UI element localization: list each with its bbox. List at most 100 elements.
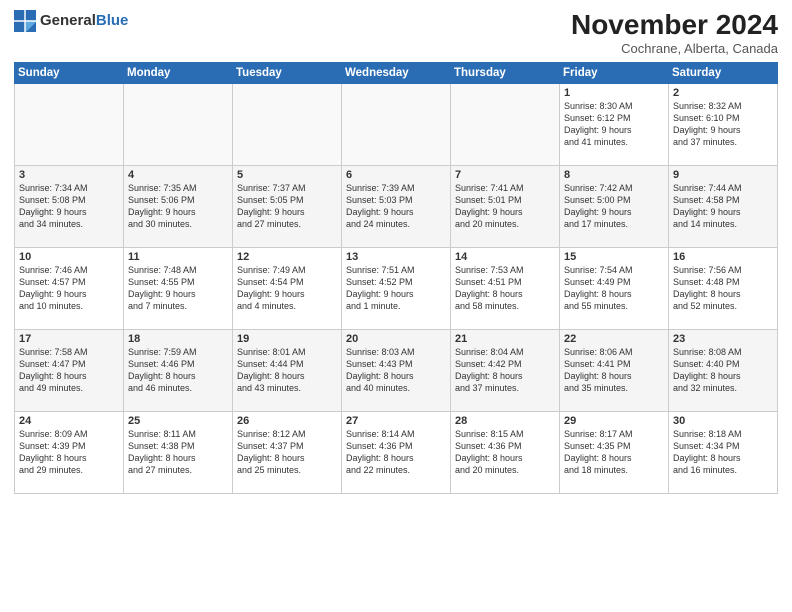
calendar-cell: 14Sunrise: 7:53 AM Sunset: 4:51 PM Dayli… [451,247,560,329]
day-info: Sunrise: 7:51 AM Sunset: 4:52 PM Dayligh… [346,264,446,313]
day-number: 26 [237,415,337,427]
calendar-cell [451,83,560,165]
calendar-cell: 20Sunrise: 8:03 AM Sunset: 4:43 PM Dayli… [342,329,451,411]
day-info: Sunrise: 7:41 AM Sunset: 5:01 PM Dayligh… [455,182,555,231]
logo-text: GeneralBlue [40,13,128,29]
calendar-cell: 4Sunrise: 7:35 AM Sunset: 5:06 PM Daylig… [124,165,233,247]
calendar-cell: 22Sunrise: 8:06 AM Sunset: 4:41 PM Dayli… [560,329,669,411]
calendar-cell: 13Sunrise: 7:51 AM Sunset: 4:52 PM Dayli… [342,247,451,329]
calendar-cell: 5Sunrise: 7:37 AM Sunset: 5:05 PM Daylig… [233,165,342,247]
day-info: Sunrise: 7:35 AM Sunset: 5:06 PM Dayligh… [128,182,228,231]
calendar-cell: 3Sunrise: 7:34 AM Sunset: 5:08 PM Daylig… [15,165,124,247]
calendar-cell [233,83,342,165]
logo: GeneralBlue [14,10,128,32]
weekday-header-monday: Monday [124,62,233,83]
calendar-cell: 18Sunrise: 7:59 AM Sunset: 4:46 PM Dayli… [124,329,233,411]
calendar-cell: 12Sunrise: 7:49 AM Sunset: 4:54 PM Dayli… [233,247,342,329]
day-number: 13 [346,251,446,263]
day-info: Sunrise: 7:54 AM Sunset: 4:49 PM Dayligh… [564,264,664,313]
weekday-header-friday: Friday [560,62,669,83]
calendar-cell [124,83,233,165]
calendar-cell: 9Sunrise: 7:44 AM Sunset: 4:58 PM Daylig… [669,165,778,247]
day-number: 22 [564,333,664,345]
calendar-cell: 6Sunrise: 7:39 AM Sunset: 5:03 PM Daylig… [342,165,451,247]
weekday-header-row: SundayMondayTuesdayWednesdayThursdayFrid… [15,62,778,83]
day-number: 30 [673,415,773,427]
day-info: Sunrise: 7:56 AM Sunset: 4:48 PM Dayligh… [673,264,773,313]
day-number: 6 [346,169,446,181]
day-number: 20 [346,333,446,345]
weekday-header-thursday: Thursday [451,62,560,83]
day-info: Sunrise: 8:04 AM Sunset: 4:42 PM Dayligh… [455,346,555,395]
weekday-header-saturday: Saturday [669,62,778,83]
day-info: Sunrise: 7:46 AM Sunset: 4:57 PM Dayligh… [19,264,119,313]
day-number: 28 [455,415,555,427]
calendar-table: SundayMondayTuesdayWednesdayThursdayFrid… [14,62,778,494]
day-number: 1 [564,87,664,99]
day-number: 25 [128,415,228,427]
day-info: Sunrise: 8:09 AM Sunset: 4:39 PM Dayligh… [19,428,119,477]
day-number: 7 [455,169,555,181]
day-info: Sunrise: 8:14 AM Sunset: 4:36 PM Dayligh… [346,428,446,477]
day-info: Sunrise: 7:42 AM Sunset: 5:00 PM Dayligh… [564,182,664,231]
day-number: 4 [128,169,228,181]
day-info: Sunrise: 7:49 AM Sunset: 4:54 PM Dayligh… [237,264,337,313]
day-info: Sunrise: 7:44 AM Sunset: 4:58 PM Dayligh… [673,182,773,231]
day-info: Sunrise: 8:15 AM Sunset: 4:36 PM Dayligh… [455,428,555,477]
calendar-cell: 30Sunrise: 8:18 AM Sunset: 4:34 PM Dayli… [669,411,778,493]
day-info: Sunrise: 8:06 AM Sunset: 4:41 PM Dayligh… [564,346,664,395]
day-number: 18 [128,333,228,345]
week-row-2: 3Sunrise: 7:34 AM Sunset: 5:08 PM Daylig… [15,165,778,247]
calendar-cell: 21Sunrise: 8:04 AM Sunset: 4:42 PM Dayli… [451,329,560,411]
calendar-cell: 27Sunrise: 8:14 AM Sunset: 4:36 PM Dayli… [342,411,451,493]
day-number: 17 [19,333,119,345]
calendar-cell: 24Sunrise: 8:09 AM Sunset: 4:39 PM Dayli… [15,411,124,493]
calendar-cell: 8Sunrise: 7:42 AM Sunset: 5:00 PM Daylig… [560,165,669,247]
logo-blue: Blue [96,12,129,29]
day-info: Sunrise: 8:32 AM Sunset: 6:10 PM Dayligh… [673,100,773,149]
day-info: Sunrise: 8:17 AM Sunset: 4:35 PM Dayligh… [564,428,664,477]
calendar-cell: 1Sunrise: 8:30 AM Sunset: 6:12 PM Daylig… [560,83,669,165]
day-number: 10 [19,251,119,263]
weekday-header-wednesday: Wednesday [342,62,451,83]
calendar-cell: 17Sunrise: 7:58 AM Sunset: 4:47 PM Dayli… [15,329,124,411]
day-info: Sunrise: 8:01 AM Sunset: 4:44 PM Dayligh… [237,346,337,395]
day-number: 29 [564,415,664,427]
day-info: Sunrise: 8:12 AM Sunset: 4:37 PM Dayligh… [237,428,337,477]
day-number: 8 [564,169,664,181]
day-number: 16 [673,251,773,263]
weekday-header-sunday: Sunday [15,62,124,83]
week-row-4: 17Sunrise: 7:58 AM Sunset: 4:47 PM Dayli… [15,329,778,411]
day-number: 9 [673,169,773,181]
calendar-cell: 2Sunrise: 8:32 AM Sunset: 6:10 PM Daylig… [669,83,778,165]
day-info: Sunrise: 7:58 AM Sunset: 4:47 PM Dayligh… [19,346,119,395]
calendar-cell: 11Sunrise: 7:48 AM Sunset: 4:55 PM Dayli… [124,247,233,329]
calendar-cell: 7Sunrise: 7:41 AM Sunset: 5:01 PM Daylig… [451,165,560,247]
day-info: Sunrise: 7:37 AM Sunset: 5:05 PM Dayligh… [237,182,337,231]
calendar-cell: 15Sunrise: 7:54 AM Sunset: 4:49 PM Dayli… [560,247,669,329]
day-info: Sunrise: 7:39 AM Sunset: 5:03 PM Dayligh… [346,182,446,231]
day-number: 23 [673,333,773,345]
day-info: Sunrise: 8:03 AM Sunset: 4:43 PM Dayligh… [346,346,446,395]
week-row-3: 10Sunrise: 7:46 AM Sunset: 4:57 PM Dayli… [15,247,778,329]
day-info: Sunrise: 7:48 AM Sunset: 4:55 PM Dayligh… [128,264,228,313]
calendar-cell [15,83,124,165]
calendar-cell [342,83,451,165]
calendar-container: GeneralBlue November 2024 Cochrane, Albe… [0,0,792,612]
logo-general: General [40,12,96,29]
day-number: 3 [19,169,119,181]
day-number: 21 [455,333,555,345]
calendar-cell: 10Sunrise: 7:46 AM Sunset: 4:57 PM Dayli… [15,247,124,329]
title-block: November 2024 Cochrane, Alberta, Canada [571,10,778,56]
day-info: Sunrise: 8:18 AM Sunset: 4:34 PM Dayligh… [673,428,773,477]
weekday-header-tuesday: Tuesday [233,62,342,83]
day-number: 27 [346,415,446,427]
day-number: 5 [237,169,337,181]
calendar-cell: 23Sunrise: 8:08 AM Sunset: 4:40 PM Dayli… [669,329,778,411]
location-title: Cochrane, Alberta, Canada [571,41,778,56]
day-info: Sunrise: 7:59 AM Sunset: 4:46 PM Dayligh… [128,346,228,395]
day-info: Sunrise: 7:34 AM Sunset: 5:08 PM Dayligh… [19,182,119,231]
day-number: 11 [128,251,228,263]
logo-icon [14,10,36,32]
calendar-cell: 16Sunrise: 7:56 AM Sunset: 4:48 PM Dayli… [669,247,778,329]
